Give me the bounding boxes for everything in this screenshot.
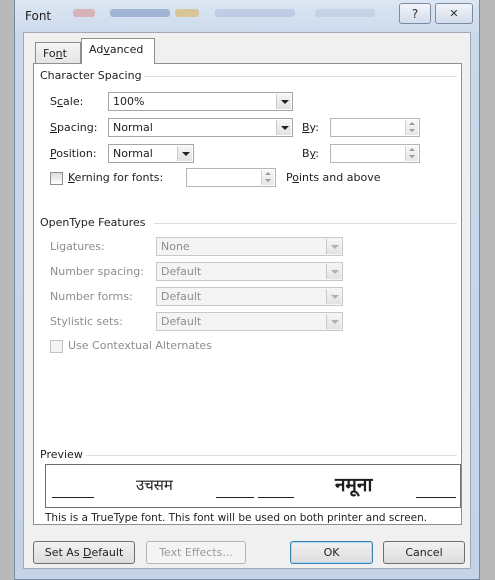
spacing-value: Normal bbox=[113, 121, 153, 134]
preview-box: उचसम नमूना bbox=[45, 464, 461, 508]
position-by-label: By: bbox=[302, 147, 319, 160]
spinner-arrows-icon[interactable] bbox=[261, 170, 274, 185]
contextual-alternates-checkbox bbox=[50, 340, 63, 353]
tab-advanced[interactable]: Advanced bbox=[81, 38, 155, 64]
scale-label: Scale: bbox=[50, 95, 84, 108]
help-icon: ? bbox=[411, 6, 419, 21]
contextual-alternates-label: Use Contextual Alternates bbox=[68, 339, 212, 352]
spacing-by-label: By: bbox=[302, 121, 319, 134]
preview-baseline bbox=[416, 497, 456, 498]
set-as-default-label: Set As Default bbox=[44, 546, 124, 559]
number-forms-value: Default bbox=[161, 290, 202, 303]
dialog-body: Font Advanced Character Spacing Scale: 1… bbox=[23, 32, 471, 569]
spacing-combo[interactable]: Normal bbox=[108, 118, 293, 137]
number-spacing-label: Number spacing: bbox=[50, 265, 144, 278]
blurred-toolbar-icon bbox=[215, 9, 295, 17]
spinner-arrows-icon[interactable] bbox=[405, 146, 418, 161]
preview-sample-right: नमूना bbox=[335, 474, 373, 496]
group-divider bbox=[86, 455, 457, 456]
preview-baseline bbox=[216, 497, 254, 498]
kerning-checkbox[interactable] bbox=[50, 172, 63, 185]
ok-label: OK bbox=[323, 546, 340, 559]
position-value: Normal bbox=[113, 147, 153, 160]
ligatures-value: None bbox=[161, 240, 190, 253]
blurred-toolbar-icon bbox=[175, 9, 199, 17]
ok-button[interactable]: OK bbox=[290, 541, 373, 564]
group-divider bbox=[144, 76, 457, 77]
preview-heading: Preview bbox=[40, 448, 83, 461]
kerning-suffix-label: Points and above bbox=[286, 171, 381, 184]
preview-baseline bbox=[52, 497, 94, 498]
stylistic-sets-value: Default bbox=[161, 315, 202, 328]
font-dialog: Font ? ✕ Font Advanced Character Spacing… bbox=[14, 0, 480, 580]
ligatures-label: Ligatures: bbox=[50, 240, 105, 253]
close-icon: ✕ bbox=[449, 7, 459, 20]
position-by-spinner[interactable] bbox=[330, 144, 420, 163]
scale-combo[interactable]: 100% bbox=[108, 92, 293, 111]
text-effects-label: Text Effects... bbox=[159, 546, 233, 559]
preview-sample-left: उचसम bbox=[136, 476, 173, 494]
help-button[interactable]: ? bbox=[399, 3, 431, 24]
position-label: Position: bbox=[50, 147, 97, 160]
chevron-down-icon[interactable] bbox=[276, 120, 291, 135]
opentype-heading: OpenType Features bbox=[40, 216, 146, 229]
close-button[interactable]: ✕ bbox=[435, 3, 473, 24]
chevron-down-icon[interactable] bbox=[276, 94, 291, 109]
blurred-toolbar-icon bbox=[110, 9, 170, 17]
cancel-label: Cancel bbox=[405, 546, 443, 559]
chevron-down-icon[interactable] bbox=[177, 146, 192, 161]
stylistic-sets-label: Stylistic sets: bbox=[50, 315, 123, 328]
tab-font[interactable]: Font bbox=[35, 42, 81, 64]
number-spacing-value: Default bbox=[161, 265, 202, 278]
spacing-label: Spacing: bbox=[50, 121, 98, 134]
blurred-toolbar-icon bbox=[315, 9, 375, 17]
preview-note: This is a TrueType font. This font will … bbox=[45, 512, 428, 524]
preview-baseline bbox=[258, 497, 294, 498]
tab-advanced-label: Advanced bbox=[89, 43, 144, 56]
chevron-down-icon bbox=[326, 264, 341, 279]
blurred-toolbar-icon bbox=[73, 9, 95, 17]
window-title: Font bbox=[25, 9, 52, 23]
position-combo[interactable]: Normal bbox=[108, 144, 194, 163]
kerning-label[interactable]: Kerning for fonts: bbox=[68, 171, 163, 184]
chevron-down-icon bbox=[326, 289, 341, 304]
spinner-arrows-icon[interactable] bbox=[405, 120, 418, 135]
title-bar[interactable]: Font ? ✕ bbox=[15, 0, 479, 32]
scale-value: 100% bbox=[113, 95, 145, 108]
tab-font-label: Font bbox=[43, 47, 67, 60]
kerning-spinner[interactable] bbox=[186, 168, 276, 187]
number-forms-label: Number forms: bbox=[50, 290, 133, 303]
text-effects-button: Text Effects... bbox=[146, 541, 246, 564]
character-spacing-heading: Character Spacing bbox=[40, 69, 142, 82]
spacing-by-spinner[interactable] bbox=[330, 118, 420, 137]
number-spacing-combo: Default bbox=[156, 262, 343, 281]
chevron-down-icon bbox=[326, 239, 341, 254]
group-divider bbox=[154, 223, 457, 224]
advanced-tab-page: Character Spacing Scale: 100% Spacing: N… bbox=[33, 63, 462, 525]
stylistic-sets-combo: Default bbox=[156, 312, 343, 331]
cancel-button[interactable]: Cancel bbox=[383, 541, 465, 564]
set-as-default-button[interactable]: Set As Default bbox=[33, 541, 135, 564]
chevron-down-icon bbox=[326, 314, 341, 329]
number-forms-combo: Default bbox=[156, 287, 343, 306]
ligatures-combo: None bbox=[156, 237, 343, 256]
